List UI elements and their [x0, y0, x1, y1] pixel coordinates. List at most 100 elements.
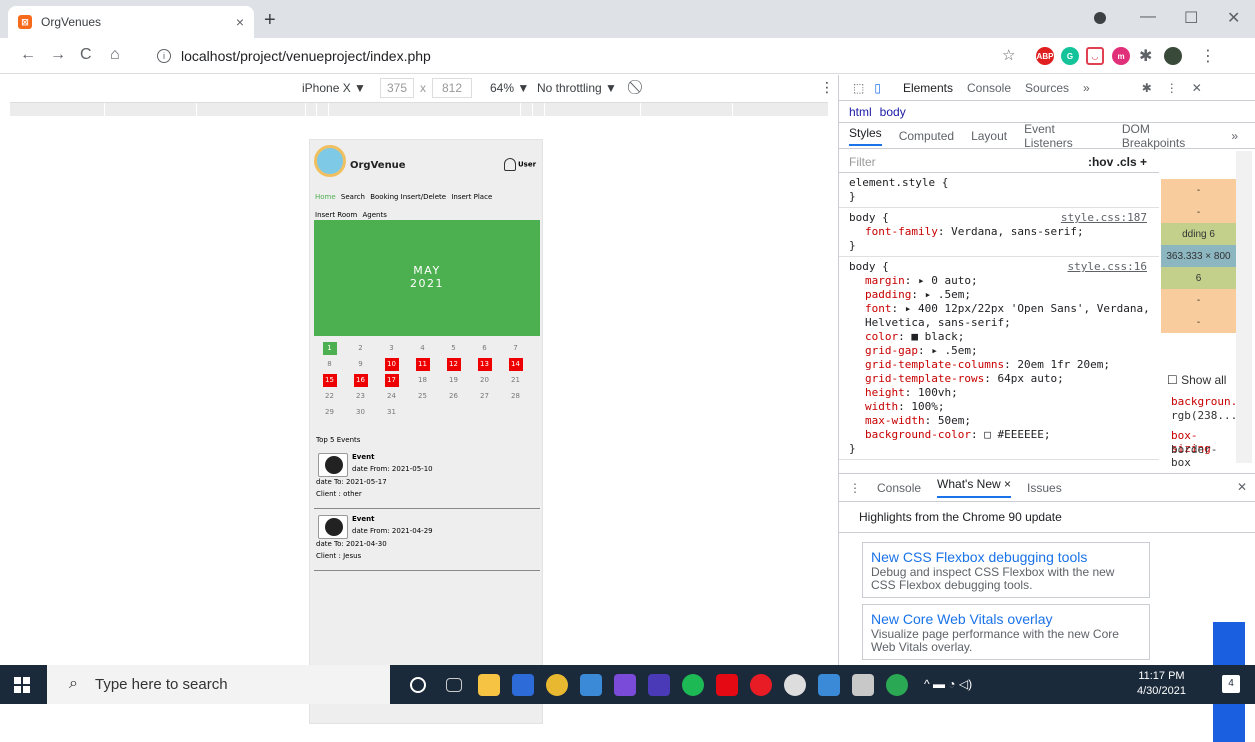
tab-dom-breakpoints[interactable]: DOM Breakpoints — [1122, 122, 1214, 150]
system-clock[interactable]: 11:17 PM 4/30/2021 — [1137, 669, 1186, 699]
rule-source-link[interactable]: style.css:187 — [1061, 211, 1147, 225]
device-height-input[interactable]: 812 — [432, 78, 472, 98]
css-property[interactable]: font: ▸ 400 12px/22px 'Open Sans', Verda… — [849, 302, 1151, 316]
device-width-input[interactable]: 375 — [380, 78, 414, 98]
nav-insert-place[interactable]: Insert Place — [451, 193, 492, 201]
profile-icon[interactable] — [1094, 12, 1106, 24]
mail-icon[interactable] — [580, 674, 602, 696]
calendar-day[interactable]: 7 — [500, 342, 531, 357]
tray-icons[interactable]: ^ ▬ ◔ ◁) — [924, 677, 972, 691]
zoom-select[interactable]: 64% ▼ — [490, 81, 529, 95]
css-property[interactable]: height: 100vh; — [849, 386, 1151, 400]
netflix-icon[interactable] — [716, 674, 738, 696]
css-property[interactable]: grid-template-rows: 64px auto; — [849, 372, 1151, 386]
calendar-day[interactable]: 24 — [376, 390, 407, 405]
styles-scrollbar[interactable] — [1236, 151, 1252, 463]
calendar-day[interactable]: 21 — [500, 374, 531, 389]
forward-icon[interactable]: → — [50, 46, 66, 64]
calendar-day[interactable]: 30 — [345, 406, 376, 421]
tab-close-icon[interactable]: × — [236, 14, 244, 30]
gear-icon[interactable]: ✱ — [1142, 81, 1152, 95]
pocket-icon[interactable]: ◡ — [1086, 47, 1104, 65]
extension-icon[interactable]: m — [1112, 47, 1130, 65]
calendar-day[interactable]: 15 — [314, 374, 345, 389]
tab-sources[interactable]: Sources — [1025, 81, 1069, 95]
calendar-day[interactable]: 12 — [438, 358, 469, 373]
crumb-html[interactable]: html — [849, 105, 872, 119]
settings-icon[interactable] — [784, 674, 806, 696]
paint-icon[interactable] — [852, 674, 874, 696]
home-icon[interactable]: ⌂ — [110, 46, 120, 64]
nav-booking[interactable]: Booking Insert/Delete — [370, 193, 446, 201]
calendar-day[interactable]: 22 — [314, 390, 345, 405]
nav-search[interactable]: Search — [341, 193, 365, 201]
calendar-day[interactable]: 25 — [407, 390, 438, 405]
calendar-day[interactable]: 14 — [500, 358, 531, 373]
tab-elements[interactable]: Elements — [903, 81, 953, 95]
maximize-button[interactable]: ☐ — [1184, 8, 1198, 28]
drawer-tab-whats-new[interactable]: What's New × — [937, 477, 1012, 498]
calendar-day[interactable]: 16 — [345, 374, 376, 389]
reload-icon[interactable]: C — [80, 46, 92, 64]
css-rule[interactable]: element.style {} — [839, 173, 1159, 208]
drawer-tab-console[interactable]: Console — [877, 481, 921, 495]
crumb-body[interactable]: body — [880, 105, 906, 119]
minimize-button[interactable]: — — [1140, 8, 1156, 26]
browser-tab[interactable]: ⊠ OrgVenues × — [8, 6, 254, 38]
rule-source-link[interactable]: style.css:16 — [1068, 260, 1147, 274]
feature-card[interactable]: New CSS Flexbox debugging tools Debug an… — [862, 542, 1150, 598]
css-rule[interactable]: body {style.css:16 margin: ▸ 0 auto; paddi… — [839, 257, 1159, 460]
calendar-day[interactable]: 1 — [314, 342, 345, 357]
windows-start-icon[interactable] — [14, 677, 30, 693]
tab-console[interactable]: Console — [967, 81, 1011, 95]
css-property[interactable]: grid-template-columns: 20em 1fr 20em; — [849, 358, 1151, 372]
feature-title[interactable]: New Core Web Vitals overlay — [871, 610, 1141, 628]
calendar-day[interactable]: 28 — [500, 390, 531, 405]
spotify-icon[interactable] — [682, 674, 704, 696]
task-view-icon[interactable] — [446, 678, 462, 692]
calendar-day[interactable]: 9 — [345, 358, 376, 373]
app-icon[interactable] — [648, 674, 670, 696]
calendar-day[interactable]: 2 — [345, 342, 376, 357]
puzzle-icon[interactable]: ✱ — [1139, 46, 1152, 66]
tab-event-listeners[interactable]: Event Listeners — [1024, 122, 1105, 150]
filter-input[interactable]: Filter — [849, 155, 1088, 169]
notification-icon[interactable]: 4 — [1222, 675, 1240, 693]
calendar-day[interactable]: 26 — [438, 390, 469, 405]
calendar-day[interactable]: 3 — [376, 342, 407, 357]
calendar-day[interactable]: 8 — [314, 358, 345, 373]
calendar-day[interactable]: 13 — [469, 358, 500, 373]
chrome-icon[interactable] — [546, 674, 568, 696]
taskbar-search[interactable]: ⌕ Type here to search — [47, 665, 390, 704]
tab-computed[interactable]: Computed — [899, 129, 954, 143]
tab-layout[interactable]: Layout — [971, 129, 1007, 143]
device-toggle-icon[interactable]: ▯ — [874, 81, 881, 95]
grammarly-icon[interactable]: G — [1061, 47, 1079, 65]
css-property[interactable]: grid-gap: ▸ .5em; — [849, 344, 1151, 358]
calendar-day[interactable]: 29 — [314, 406, 345, 421]
hov-cls-toggles[interactable]: :hov .cls + — [1088, 155, 1147, 169]
feature-title[interactable]: New CSS Flexbox debugging tools — [871, 548, 1141, 566]
css-property[interactable]: width: 100%; — [849, 400, 1151, 414]
menu-kebab-icon[interactable]: ⋮ — [1200, 46, 1216, 66]
calendar-day[interactable]: 6 — [469, 342, 500, 357]
drawer-tab-issues[interactable]: Issues — [1027, 481, 1062, 495]
css-property[interactable]: Helvetica, sans-serif; — [849, 316, 1151, 330]
bookmark-star-icon[interactable]: ☆ — [1002, 46, 1015, 64]
calendar-day[interactable]: 27 — [469, 390, 500, 405]
file-explorer-icon[interactable] — [478, 674, 500, 696]
grammarly-taskbar-icon[interactable] — [886, 674, 908, 696]
calendar-day[interactable]: 4 — [407, 342, 438, 357]
css-property[interactable]: padding: ▸ .5em; — [849, 288, 1151, 302]
calendar-day[interactable]: 20 — [469, 374, 500, 389]
calendar-day[interactable]: 11 — [407, 358, 438, 373]
nav-home[interactable]: Home — [315, 193, 336, 201]
calendar-day[interactable]: 31 — [376, 406, 407, 421]
calendar-day[interactable]: 18 — [407, 374, 438, 389]
calendar-day[interactable]: 23 — [345, 390, 376, 405]
visual-studio-icon[interactable] — [614, 674, 636, 696]
close-window-button[interactable]: ✕ — [1227, 8, 1240, 28]
site-brand[interactable]: OrgVenue — [350, 160, 406, 171]
more-tabs-icon[interactable]: » — [1083, 81, 1090, 95]
media-query-ruler[interactable] — [10, 102, 828, 117]
